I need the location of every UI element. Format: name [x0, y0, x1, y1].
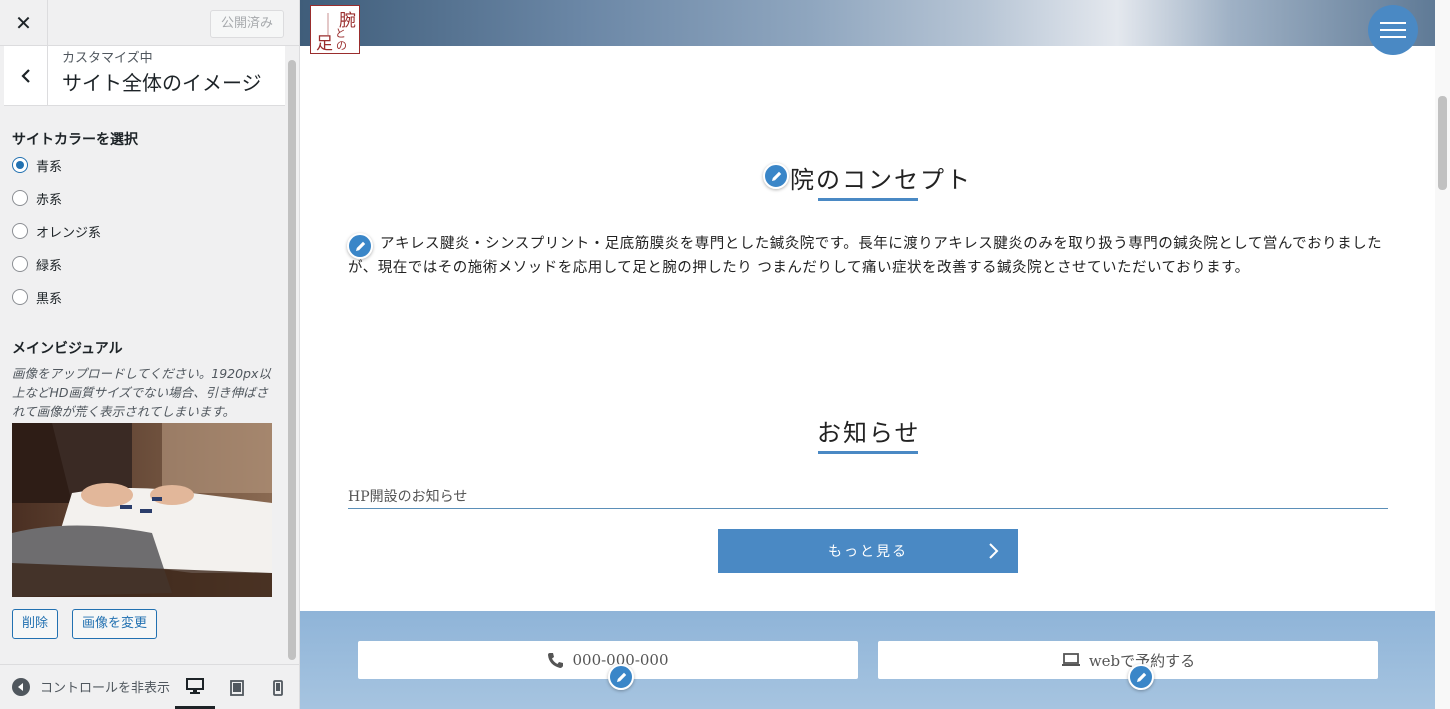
edit-web-cta-button[interactable] [1128, 664, 1154, 690]
chevron-right-icon [989, 543, 999, 559]
news-heading-underline [818, 451, 918, 454]
site-color-option[interactable]: オレンジ系 [12, 221, 101, 241]
site-logo[interactable]: 腕 と 足 の [310, 5, 360, 54]
site-color-option[interactable]: 赤系 [12, 188, 62, 208]
hamburger-bar [1380, 22, 1406, 24]
site-color-option-label: 赤系 [36, 192, 63, 208]
site-color-option-label: 黒系 [36, 291, 63, 307]
chevron-left-icon [20, 69, 30, 83]
pencil-icon [616, 672, 626, 682]
customizer-sidebar: ✕ 公開済み カスタマイズ中 サイト全体のイメージ サイトカラーを選択 青系赤系… [0, 0, 300, 709]
site-color-option[interactable]: 緑系 [12, 254, 62, 274]
edit-concept-title-button[interactable] [763, 163, 789, 189]
radio-button[interactable] [12, 190, 28, 206]
sidebar-scrollbar-thumb[interactable] [288, 60, 296, 660]
hamburger-menu-button[interactable] [1368, 5, 1418, 55]
laptop-icon [1061, 653, 1080, 666]
change-image-button[interactable]: 画像を変更 [72, 609, 158, 639]
svg-text:足: 足 [316, 34, 333, 52]
concept-text: アキレス腱炎・シンスプリント・足底筋膜炎を専門とした鍼灸院です。長年に渡りアキレ… [348, 236, 1383, 276]
concept-heading-underline [818, 198, 918, 201]
preview-tablet-button[interactable] [217, 665, 257, 709]
section-header: カスタマイズ中 サイト全体のイメージ [4, 46, 285, 106]
desktop-icon [186, 677, 204, 694]
preview-mobile-button[interactable] [258, 665, 298, 709]
tablet-icon [230, 679, 244, 696]
collapse-arrow-icon [12, 677, 30, 696]
concept-heading: 院のコンセプト [790, 166, 972, 194]
pencil-icon [1136, 672, 1146, 682]
site-color-option[interactable]: 青系 [12, 155, 62, 175]
hide-controls-label: コントロールを非表示 [40, 681, 170, 696]
back-button[interactable] [4, 46, 48, 106]
more-news-label: もっと見る [828, 544, 908, 560]
hamburger-bar [1380, 29, 1406, 31]
site-preview: 腕 と 足 の 院のコンセプト アキレス腱炎・シンスプリント・足底筋膜炎を専門と… [300, 0, 1450, 709]
news-heading: お知らせ [817, 419, 921, 447]
main-visual-title: メインビジュアル [12, 341, 123, 357]
preview-desktop-button[interactable] [175, 665, 215, 709]
site-color-option-label: オレンジ系 [36, 225, 102, 241]
preview-scrollbar-thumb[interactable] [1438, 96, 1447, 190]
delete-image-button[interactable]: 削除 [12, 609, 59, 639]
close-icon: ✕ [15, 11, 32, 35]
hero-image-strip [300, 0, 1435, 46]
news-item-link[interactable]: HP開設のお知らせ [348, 486, 1388, 509]
publish-button[interactable]: 公開済み [209, 10, 284, 38]
site-color-title: サイトカラーを選択 [12, 132, 138, 148]
hamburger-bar [1380, 36, 1406, 38]
site-color-option[interactable]: 黒系 [12, 287, 62, 307]
site-color-option-label: 緑系 [36, 258, 63, 274]
svg-text:の: の [336, 39, 347, 52]
site-color-option-label: 青系 [36, 159, 63, 175]
customizer-topbar: ✕ 公開済み [0, 0, 299, 46]
close-customizer-button[interactable]: ✕ [0, 0, 48, 46]
radio-button[interactable] [12, 289, 28, 305]
pencil-icon [771, 171, 781, 181]
customizer-footer: コントロールを非表示 [0, 664, 299, 709]
main-visual-description: 画像をアップロードしてください。1920px以上などHD画質サイズでない場合、引… [12, 366, 271, 419]
radio-button[interactable] [12, 157, 28, 173]
more-news-button[interactable]: もっと見る [718, 529, 1018, 573]
radio-button[interactable] [12, 256, 28, 272]
main-visual-thumbnail [12, 423, 272, 597]
hide-controls-button[interactable]: コントロールを非表示 [12, 677, 170, 696]
section-title: サイト全体のイメージ [62, 71, 262, 95]
edit-phone-cta-button[interactable] [608, 664, 634, 690]
phone-icon [548, 652, 564, 668]
mobile-icon [273, 679, 283, 696]
section-subtitle: カスタマイズ中 [62, 51, 153, 66]
radio-button[interactable] [12, 223, 28, 239]
